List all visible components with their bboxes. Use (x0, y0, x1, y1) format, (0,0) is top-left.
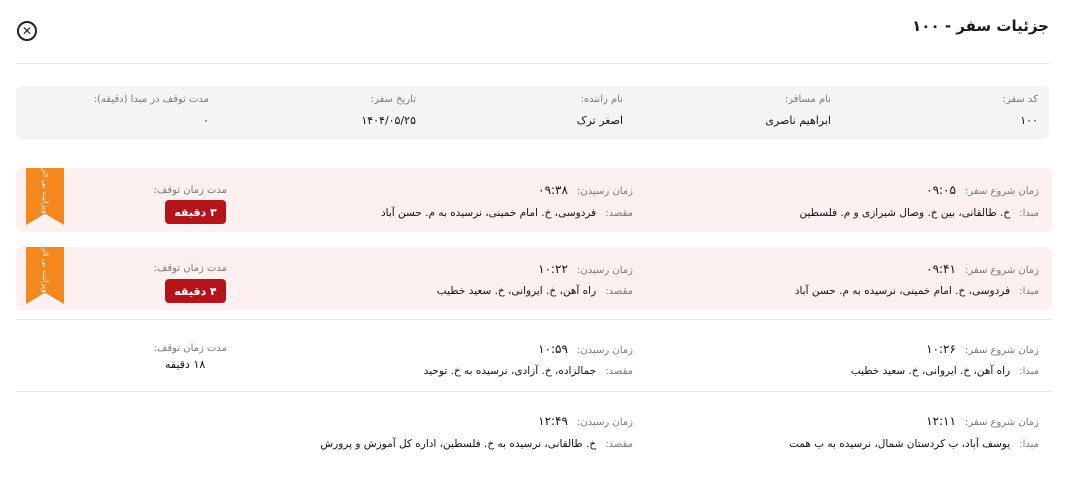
ribbon-label: ویزایت بی اثر (41, 168, 50, 214)
arrival-time-value: ۰۹:۳۸ (538, 183, 568, 197)
start-time: زمان شروع سفر: ۰۹:۴۱ (926, 258, 1039, 277)
ribbon-label: ویزایت بی اثر (41, 247, 50, 293)
destination-label: مقصد: (605, 439, 633, 450)
start-time: زمان شروع سفر: ۱۲:۱۱ (926, 410, 1039, 429)
modal-header: جزئیات سفر - ۱۰۰ ✕ (16, 0, 1049, 64)
start-time-value: ۱۲:۱۱ (926, 414, 956, 428)
origin-wait-label: مدت توقف در مبدا (دقیقه): (93, 94, 209, 105)
destination-value: جمالزاده، خ. آزادی، نرسیده به خ. توحید (423, 365, 597, 377)
arrival-time: زمان رسیدن: ۱۰:۵۹ (538, 338, 633, 357)
origin-label: مبدا: (1019, 208, 1039, 219)
passenger-name: نام مسافر: ابراهیم ناصری (765, 94, 831, 127)
origin-value: راه آهن، خ. ایروانی، خ. سعید خطیب (850, 365, 1011, 377)
arrival-time-value: ۱۰:۲۲ (538, 262, 568, 276)
close-button[interactable]: ✕ (17, 21, 37, 41)
origin-label: مبدا: (1019, 286, 1039, 297)
destination-label: مقصد: (605, 208, 633, 219)
origin-wait: مدت توقف در مبدا (دقیقه): ۰ (94, 94, 209, 127)
origin-value: یوسف آباد، ب کردستان شمال، نرسیده به ب ه… (788, 438, 1011, 450)
stop-duration: مدت زمان توقف: (154, 256, 227, 275)
arrival-time: زمان رسیدن: ۰۹:۳۸ (538, 179, 633, 198)
origin-label: مبدا: (1019, 366, 1039, 377)
arrival-time: زمان رسیدن: ۱۰:۲۲ (538, 258, 633, 277)
destination: مقصد: راه آهن، خ. ایروانی، خ. سعید خطیب (437, 279, 633, 298)
driver-name-label: نام راننده: (580, 94, 623, 105)
arrival-time: زمان رسیدن: ۱۲:۴۹ (538, 410, 633, 429)
trip-code-label: کد سفر: (1002, 94, 1038, 105)
trip-date: تاریخ سفر: ۱۴۰۴/۰۵/۲۵ (361, 94, 416, 127)
origin-value: فردوسی، خ. امام خمینی، نرسیده به م. حسن … (794, 285, 1011, 297)
start-time: زمان شروع سفر: ۱۰:۲۶ (926, 338, 1039, 357)
destination-value: راه آهن، خ. ایروانی، خ. سعید خطیب (436, 285, 597, 297)
trip-date-label: تاریخ سفر: (370, 94, 416, 105)
destination: مقصد: خ. طالقانی، نرسیده به خ. فلسطین، ا… (320, 432, 633, 451)
start-time-value: ۱۰:۲۶ (926, 342, 956, 356)
segment-divider (16, 319, 1052, 320)
stop-duration: مدت زمان توقف: (154, 178, 227, 197)
origin: مبدا: راه آهن، خ. ایروانی، خ. سعید خطیب (851, 359, 1039, 378)
segment-divider (16, 391, 1052, 392)
start-time-value: ۰۹:۴۱ (926, 262, 956, 276)
stop-duration-value: ۱۸ دقیقه (165, 358, 206, 371)
origin: مبدا: فردوسی، خ. امام خمینی، نرسیده به م… (795, 279, 1039, 298)
start-time-label: زمان شروع سفر: (965, 417, 1039, 428)
start-time: زمان شروع سفر: ۰۹:۰۵ (926, 179, 1039, 198)
destination: مقصد: فردوسی، خ. امام خمینی، نرسیده به م… (381, 201, 633, 220)
start-time-label: زمان شروع سفر: (965, 265, 1039, 276)
passenger-name-label: نام مسافر: (784, 94, 831, 105)
arrival-time-label: زمان رسیدن: (577, 345, 633, 356)
start-time-value: ۰۹:۰۵ (926, 183, 956, 197)
origin-wait-value: ۰ (203, 114, 209, 127)
stop-duration-label: مدت زمان توقف: (153, 185, 227, 196)
origin: مبدا: خ. طالقانی، بین خ. وصال شیرازی و م… (799, 201, 1039, 220)
destination: مقصد: جمالزاده، خ. آزادی، نرسیده به خ. ت… (424, 359, 633, 378)
arrival-time-label: زمان رسیدن: (577, 265, 633, 276)
arrival-time-value: ۱۲:۴۹ (538, 414, 568, 428)
passenger-name-value: ابراهیم ناصری (765, 114, 831, 127)
page-title: جزئیات سفر - ۱۰۰ (912, 17, 1049, 35)
destination-label: مقصد: (605, 286, 633, 297)
stop-duration-label: مدت زمان توقف: (153, 263, 227, 274)
arrival-time-label: زمان رسیدن: (577, 417, 633, 428)
close-icon: ✕ (21, 24, 33, 38)
start-time-label: زمان شروع سفر: (965, 186, 1039, 197)
origin-label: مبدا: (1019, 439, 1039, 450)
destination-value: خ. طالقانی، نرسیده به خ. فلسطین، اداره ک… (320, 438, 597, 450)
stop-duration-label: مدت زمان توقف: (153, 343, 227, 354)
origin-value: خ. طالقانی، بین خ. وصال شیرازی و م. فلسط… (799, 207, 1011, 219)
stop-duration-badge: ۳ دقیقه (165, 200, 226, 224)
trip-code-value: ۱۰۰ (1020, 114, 1038, 127)
driver-name: نام راننده: اصغر ترک (577, 94, 623, 127)
destination-value: فردوسی، خ. امام خمینی، نرسیده به م. حسن … (380, 207, 597, 219)
stop-duration: مدت زمان توقف: (154, 336, 227, 355)
trip-summary: کد سفر: ۱۰۰ نام مسافر: ابراهیم ناصری نام… (16, 86, 1049, 139)
arrival-time-value: ۱۰:۵۹ (538, 342, 568, 356)
driver-name-value: اصغر ترک (576, 114, 623, 127)
arrival-time-label: زمان رسیدن: (577, 186, 633, 197)
stop-duration-badge: ۴ دقیقه (165, 279, 226, 303)
origin: مبدا: یوسف آباد، ب کردستان شمال، نرسیده … (789, 432, 1039, 451)
destination-label: مقصد: (605, 366, 633, 377)
trip-code: کد سفر: ۱۰۰ (1002, 94, 1038, 127)
start-time-label: زمان شروع سفر: (965, 345, 1039, 356)
trip-date-value: ۱۴۰۴/۰۵/۲۵ (361, 114, 416, 127)
